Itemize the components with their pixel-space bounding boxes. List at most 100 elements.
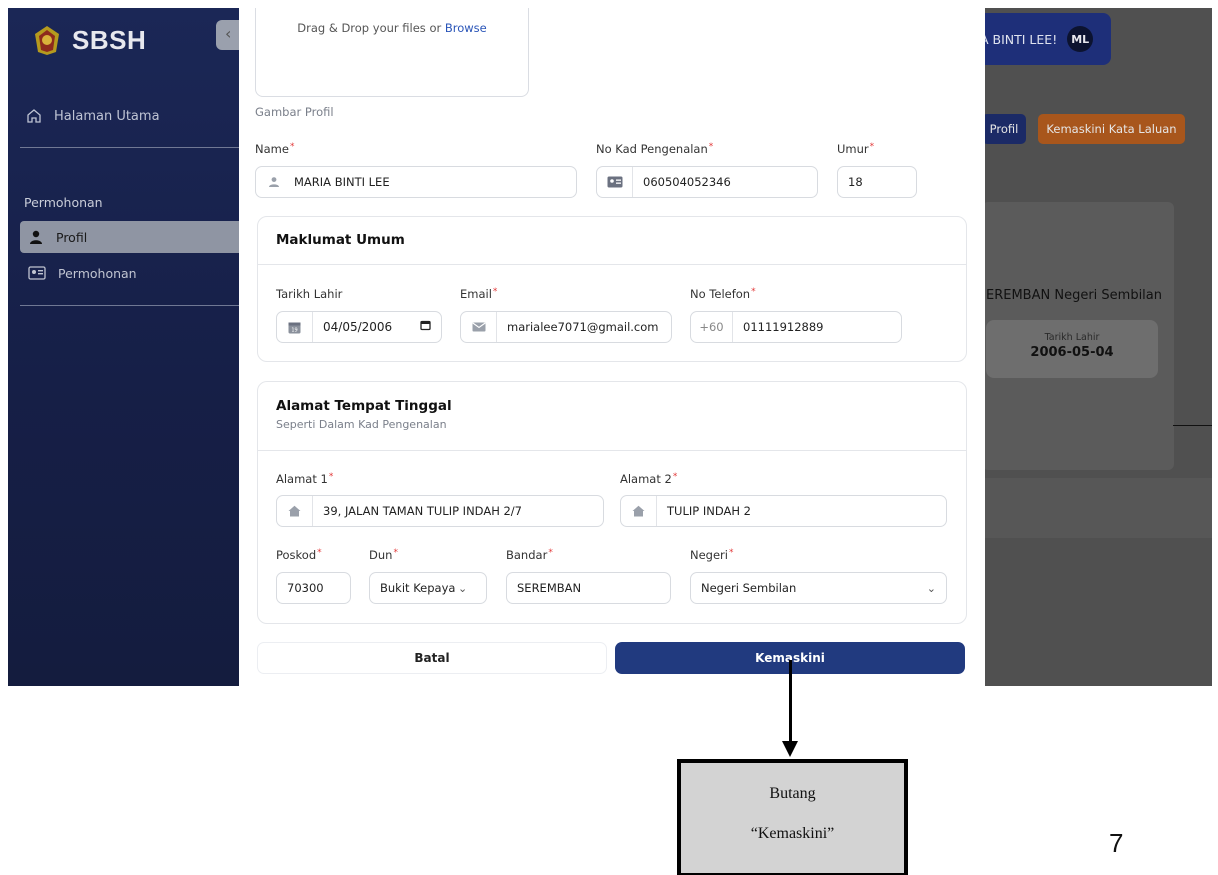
phone-prefix: +60 <box>691 312 733 342</box>
annotation-callout: Butang “Kemaskini” <box>677 759 908 875</box>
city-field[interactable]: SEREMBAN <box>506 572 671 604</box>
ic-label: No Kad Pengenalan <box>596 142 708 156</box>
annotation-arrow-head <box>782 741 798 757</box>
email-value: marialee7071@gmail.com <box>507 320 659 334</box>
required-marker: * <box>393 548 398 558</box>
ic-value: 060504052346 <box>643 175 731 189</box>
id-card-icon <box>597 167 633 197</box>
callout-line1: Butang <box>769 785 816 802</box>
address-summary: EREMBAN Negeri Sembilan <box>986 288 1163 303</box>
age-value: 18 <box>848 175 863 189</box>
chevron-down-icon: ⌄ <box>926 581 936 595</box>
home-icon <box>27 109 41 123</box>
sidebar-item-home[interactable]: Halaman Utama <box>26 108 160 124</box>
app-screenshot: SBSH ‹ Halaman Utama Permohonan Profil P… <box>8 8 1212 686</box>
required-marker: * <box>548 548 553 558</box>
id-card-icon <box>28 266 46 280</box>
required-marker: * <box>869 142 875 152</box>
app-logo[interactable]: SBSH <box>32 24 146 56</box>
chevron-left-icon: ‹ <box>225 24 232 43</box>
user-greeting: A BINTI LEE! <box>980 31 1058 47</box>
email-label: Email <box>460 287 492 301</box>
sidebar-divider <box>20 147 242 148</box>
logo-text: SBSH <box>72 24 147 55</box>
logo-emblem-icon <box>32 24 62 56</box>
annotation-arrow-line <box>789 660 792 744</box>
required-marker: * <box>708 142 714 152</box>
required-marker: * <box>728 548 734 558</box>
sidebar: SBSH ‹ Halaman Utama Permohonan Profil P… <box>8 8 248 686</box>
home-icon <box>621 496 657 526</box>
profile-button[interactable]: Profil <box>982 114 1026 144</box>
sidebar-section-label: Permohonan <box>24 195 103 210</box>
dob-summary-value: 2006-05-04 <box>1030 345 1114 360</box>
address1-field[interactable]: 39, JALAN TAMAN TULIP INDAH 2/7 <box>276 495 604 527</box>
sidebar-item-permohonan[interactable]: Permohonan <box>20 257 248 289</box>
state-select[interactable]: Negeri Sembilan ⌄ <box>690 572 947 604</box>
sidebar-item-label: Halaman Utama <box>54 108 160 124</box>
page-number: 7 <box>1109 828 1124 858</box>
divider <box>1173 425 1212 426</box>
callout-line2: “Kemaskini” <box>750 825 835 842</box>
city-label: Bandar <box>506 548 548 562</box>
city-value: SEREMBAN <box>517 581 582 595</box>
chevron-down-icon: ⌄ <box>458 581 468 595</box>
address2-label: Alamat 2 <box>620 472 672 486</box>
address2-field[interactable]: TULIP INDAH 2 <box>620 495 947 527</box>
age-field[interactable]: 18 <box>837 166 917 198</box>
phone-field[interactable]: +60 01111912889 <box>690 311 902 343</box>
sidebar-item-profil[interactable]: Profil <box>20 221 248 253</box>
dob-summary-label: Tarikh Lahir <box>1044 332 1100 343</box>
cancel-button[interactable]: Batal <box>257 642 607 674</box>
required-marker: * <box>751 287 756 297</box>
required-marker: * <box>672 472 678 482</box>
phone-value: 01111912889 <box>743 320 824 334</box>
required-marker: * <box>289 142 295 152</box>
dob-value: 04/05/2006 <box>323 320 393 334</box>
section-title: Alamat Tempat Tinggal <box>276 398 452 414</box>
profile-image-label: Gambar Profil <box>255 105 334 119</box>
dun-select[interactable]: Bukit Kepayang ⌄ <box>369 572 487 604</box>
background-card <box>982 478 1212 538</box>
calendar-picker-icon[interactable] <box>420 320 431 334</box>
name-value: MARIA BINTI LEE <box>294 175 390 189</box>
state-label: Negeri <box>690 548 728 562</box>
name-field[interactable]: MARIA BINTI LEE <box>255 166 577 198</box>
phone-label: No Telefon <box>690 287 751 301</box>
dun-value: Bukit Kepayang <box>380 581 456 595</box>
sidebar-divider <box>20 305 242 306</box>
user-menu[interactable]: A BINTI LEE! ML <box>976 13 1111 65</box>
postcode-label: Poskod <box>276 548 317 562</box>
dob-label: Tarikh Lahir <box>276 287 343 301</box>
state-value: Negeri Sembilan <box>701 581 797 595</box>
envelope-icon <box>461 312 497 342</box>
section-subtitle: Seperti Dalam Kad Pengenalan <box>276 418 447 431</box>
age-label: Umur <box>837 142 869 156</box>
browse-link[interactable]: Browse <box>445 21 487 35</box>
dropzone-text: Drag & Drop your files or <box>297 21 442 35</box>
update-password-button[interactable]: Kemaskini Kata Laluan <box>1038 114 1185 144</box>
sidebar-item-label: Permohonan <box>58 265 137 281</box>
email-field[interactable]: marialee7071@gmail.com <box>460 311 672 343</box>
dun-label: Dun <box>369 548 393 562</box>
required-marker: * <box>328 472 334 482</box>
svg-text:19: 19 <box>291 327 297 333</box>
postcode-value: 70300 <box>287 581 324 595</box>
address2-value: TULIP INDAH 2 <box>667 504 751 518</box>
name-label: Name <box>255 142 289 156</box>
calendar-icon: 19 <box>277 312 313 342</box>
postcode-field[interactable]: 70300 <box>276 572 351 604</box>
avatar: ML <box>1067 26 1094 52</box>
dob-date-field[interactable]: 19 04/05/2006 <box>276 311 442 343</box>
address1-value: 39, JALAN TAMAN TULIP INDAH 2/7 <box>323 504 522 518</box>
ic-field[interactable]: 060504052346 <box>596 166 818 198</box>
sidebar-item-label: Profil <box>56 229 88 245</box>
home-icon <box>277 496 313 526</box>
section-title: Maklumat Umum <box>276 232 405 248</box>
dob-summary: Tarikh Lahir 2006-05-04 <box>986 320 1158 378</box>
file-dropzone[interactable]: Drag & Drop your files or Browse <box>255 8 529 97</box>
user-icon <box>30 230 42 244</box>
required-marker: * <box>317 548 322 558</box>
edit-profile-modal: Drag & Drop your files or Browse Gambar … <box>239 8 985 686</box>
user-icon <box>256 167 292 197</box>
